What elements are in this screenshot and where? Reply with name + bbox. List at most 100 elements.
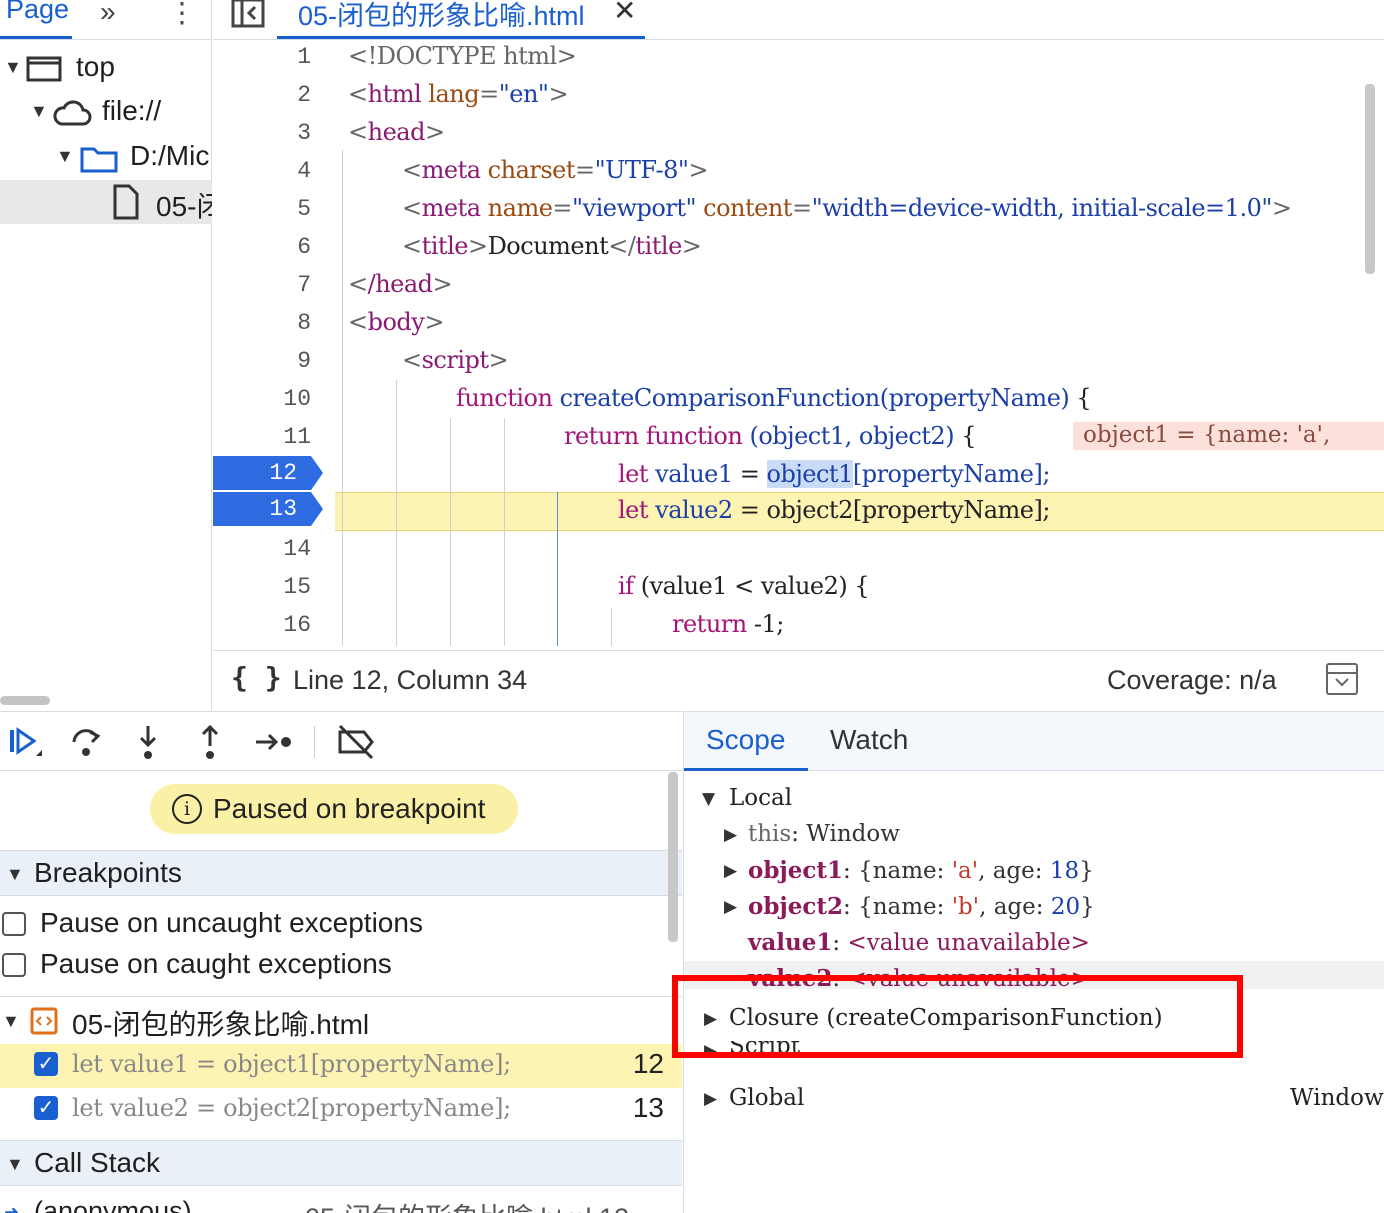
tree-item-file[interactable]: 05-闭 xyxy=(0,180,212,224)
code-line: 5 <meta name="viewport" content="width=d… xyxy=(213,192,1384,230)
code-line: 3 <head> xyxy=(213,116,1384,154)
code-line: 9 <script> xyxy=(213,344,1384,382)
expand-triangle-icon[interactable]: ▶ xyxy=(724,861,737,881)
line-number[interactable]: 4 xyxy=(213,158,311,184)
step-icon[interactable] xyxy=(254,724,294,760)
navigator-scrollbar[interactable] xyxy=(0,696,50,705)
more-tabs-icon[interactable]: » xyxy=(100,0,116,28)
collapse-triangle-icon[interactable]: ▼ xyxy=(6,864,24,885)
scope-global[interactable]: ▶ Global Window xyxy=(684,1081,1384,1117)
breakpoint-checkbox[interactable]: ✓ xyxy=(34,1096,58,1120)
breakpoint-item[interactable]: ✓ let value1 = object1[propertyName]; 12 xyxy=(0,1044,682,1088)
collapse-triangle-icon[interactable]: ▼ xyxy=(2,1011,20,1032)
breakpoint-marker[interactable]: 12 xyxy=(213,456,323,490)
code-token: { xyxy=(1069,384,1092,412)
paused-status-badge: i Paused on breakpoint xyxy=(150,784,518,834)
step-into-icon[interactable] xyxy=(128,724,168,760)
tree-item-folder[interactable]: ▼ D:/Mic xyxy=(0,135,212,179)
line-number[interactable]: 14 xyxy=(213,536,311,562)
expand-triangle-icon[interactable]: ▼ xyxy=(56,146,74,167)
expand-triangle-icon[interactable]: ▼ xyxy=(4,57,22,78)
pause-uncaught-checkbox[interactable] xyxy=(2,912,26,936)
pretty-print-icon[interactable]: { } xyxy=(231,661,282,694)
inline-variable-value: object1 = {name: 'a', xyxy=(1073,422,1384,450)
coverage-toggle-icon[interactable] xyxy=(1326,663,1358,695)
scope-local[interactable]: ▼ Local xyxy=(684,781,1384,817)
code-token: = xyxy=(732,460,767,488)
frame-location[interactable]: 05-闭包的形象比喻.html:12 xyxy=(305,1196,629,1213)
scope-var-object1[interactable]: ▶ object1: {name: 'a', age: 18} xyxy=(684,853,1384,889)
line-number[interactable]: 5 xyxy=(213,196,311,222)
line-number[interactable]: 9 xyxy=(213,348,311,374)
line-number[interactable]: 10 xyxy=(213,386,311,412)
scope-var-object2[interactable]: ▶ object2: {name: 'b', age: 20} xyxy=(684,889,1384,925)
tab-watch[interactable]: Watch xyxy=(830,724,908,756)
expand-triangle-icon[interactable]: ▶ xyxy=(724,825,737,845)
tab-source-file[interactable]: 05-闭包的形象比喻.html xyxy=(298,0,585,33)
tab-scope[interactable]: Scope xyxy=(706,724,785,756)
scope-closure[interactable]: ▶ Closure (createComparisonFunction) xyxy=(684,1001,1384,1037)
step-over-icon[interactable] xyxy=(66,724,106,760)
deactivate-breakpoints-icon[interactable] xyxy=(336,724,376,760)
line-number[interactable]: 16 xyxy=(213,612,311,638)
editor-tabs: 05-闭包的形象比喻.html ✕ xyxy=(213,0,1384,40)
scope-label: Script xyxy=(729,1041,800,1059)
tree-item-file-origin[interactable]: ▼ file:// xyxy=(0,90,212,134)
line-number[interactable]: 8 xyxy=(213,310,311,336)
breakpoint-file-row[interactable]: ▼ 05-闭包的形象比喻.html xyxy=(0,996,682,1042)
var-name: this xyxy=(748,821,792,847)
expand-triangle-icon[interactable]: ▶ xyxy=(704,1009,717,1029)
tab-page[interactable]: Page xyxy=(6,0,69,25)
code-line: 10 function createComparisonFunction(pro… xyxy=(213,382,1384,420)
breakpoint-checkbox[interactable]: ✓ xyxy=(34,1052,58,1076)
code-line: 4 <meta charset="UTF-8"> xyxy=(213,154,1384,192)
code-line: 6 <title>Document</title> xyxy=(213,230,1384,268)
scope-var-this[interactable]: ▶ this: Window xyxy=(684,817,1384,853)
line-number[interactable]: 11 xyxy=(213,424,311,450)
debugger-toolbar xyxy=(0,711,682,771)
step-out-icon[interactable] xyxy=(190,724,230,760)
toggle-navigator-icon[interactable] xyxy=(231,0,265,28)
code-token: -1; xyxy=(746,610,784,638)
breakpoints-section-header[interactable]: ▼ Breakpoints xyxy=(0,850,682,896)
pause-uncaught-row[interactable]: Pause on uncaught exceptions xyxy=(0,904,682,944)
expand-triangle-icon[interactable]: ▶ xyxy=(704,1089,717,1109)
breakpoint-marker[interactable]: 13 xyxy=(213,492,323,526)
close-icon[interactable]: ✕ xyxy=(613,0,636,27)
breakpoint-file-name: 05-闭包的形象比喻.html xyxy=(72,1009,370,1040)
line-number[interactable]: 1 xyxy=(213,44,311,70)
tree-item-label: 05-闭 xyxy=(156,191,212,222)
navigator-tabs: Page » ⋮ xyxy=(0,0,212,40)
resume-icon[interactable] xyxy=(6,724,46,760)
callstack-frame[interactable]: ➜ (anonymous) 05-闭包的形象比喻.html:12 xyxy=(0,1192,682,1213)
frame-icon xyxy=(26,56,62,82)
kebab-menu-icon[interactable]: ⋮ xyxy=(168,0,196,29)
breakpoint-item[interactable]: ✓ let value2 = object2[propertyName]; 13 xyxy=(0,1088,682,1132)
code-token: /head xyxy=(367,270,433,298)
code-token: [propertyName]; xyxy=(852,460,1051,488)
var-value: <value unavailable> xyxy=(847,930,1090,956)
collapse-triangle-icon[interactable]: ▼ xyxy=(6,1154,24,1175)
collapse-triangle-icon[interactable]: ▼ xyxy=(702,789,715,809)
code-line: 16 return -1; xyxy=(213,608,1384,646)
section-title: Breakpoints xyxy=(34,857,182,888)
breakpoint-line: 13 xyxy=(632,1092,664,1123)
line-number[interactable]: 15 xyxy=(213,574,311,600)
expand-triangle-icon[interactable]: ▼ xyxy=(30,101,48,122)
code-area[interactable]: 1 <!DOCTYPE html> 2 <html lang="en"> 3 <… xyxy=(213,40,1384,646)
pause-caught-checkbox[interactable] xyxy=(2,953,26,977)
sidebar-scrollbar[interactable] xyxy=(668,772,678,942)
code-vertical-scrollbar[interactable] xyxy=(1365,84,1375,274)
line-number[interactable]: 6 xyxy=(213,234,311,260)
line-number[interactable]: 3 xyxy=(213,120,311,146)
callstack-section-header[interactable]: ▼ Call Stack xyxy=(0,1140,682,1186)
expand-triangle-icon[interactable]: ▶ xyxy=(704,1041,717,1059)
tree-item-top[interactable]: ▼ top xyxy=(0,46,212,90)
scope-script[interactable]: ▶ Script xyxy=(684,1041,1384,1059)
line-number[interactable]: 2 xyxy=(213,82,311,108)
tab-page-underline xyxy=(0,36,72,39)
pause-caught-row[interactable]: Pause on caught exceptions xyxy=(0,945,682,985)
code-token: { xyxy=(954,422,976,450)
line-number[interactable]: 7 xyxy=(213,272,311,298)
expand-triangle-icon[interactable]: ▶ xyxy=(724,897,737,917)
